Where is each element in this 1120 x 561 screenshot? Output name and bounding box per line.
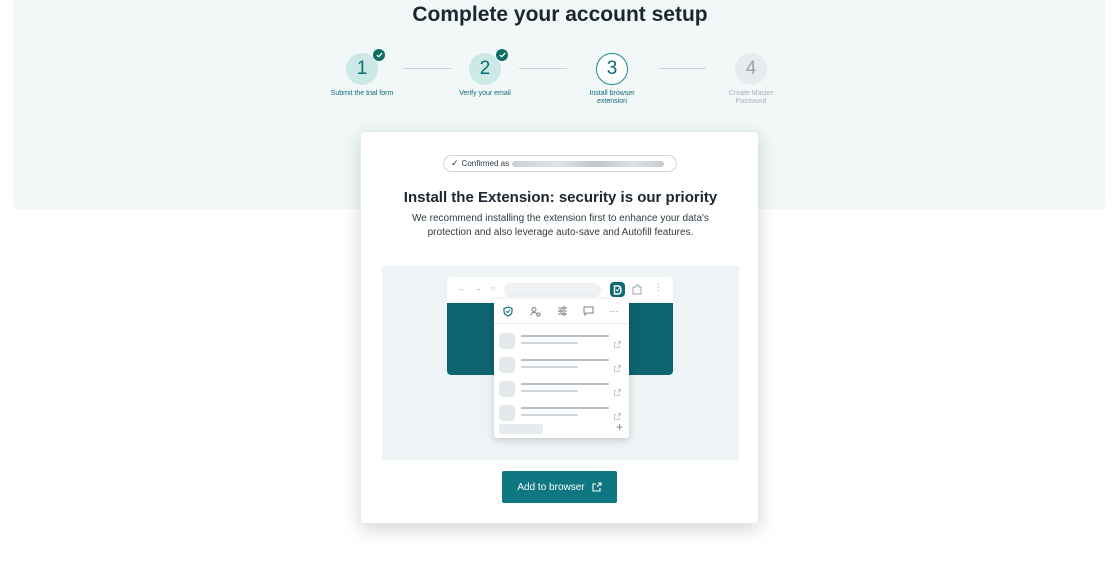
puzzle-icon [631,283,643,301]
plus-icon: + [615,420,623,434]
popup-list-item [499,355,625,375]
setup-stepper: 1 Submit the trial form 2 Verify your em… [0,48,1120,109]
shield-icon [502,305,514,317]
item-line [521,342,578,344]
external-link-icon [592,482,602,492]
popup-tabs: ··· [494,299,629,324]
popup-list-item [499,379,625,399]
step-1: 1 Submit the trial form [307,48,417,98]
external-link-icon [614,359,621,377]
step-2-circle: 2 [469,48,509,85]
check-icon [495,48,509,62]
item-line [521,383,609,385]
extension-popup: ··· + [494,299,629,438]
external-link-icon [614,335,621,353]
item-avatar [499,381,515,397]
item-avatar [499,357,515,373]
external-link-icon [614,383,621,401]
card-title: Install the Extension: security is our p… [403,189,718,206]
popup-footer-bar [499,424,543,434]
confirmed-email-badge: ✓ Confirmed as [443,155,677,172]
page-title: Complete your account setup [412,3,708,26]
browser-nav-icons: ← → ○ [458,284,499,293]
url-bar [504,283,601,297]
step-4-number: 4 [745,58,757,79]
item-line [521,407,609,409]
step-2-label: Verify your email [459,90,511,97]
redacted-email [512,160,665,167]
step-2-number: 2 [479,58,491,79]
add-to-browser-button[interactable]: Add to browser [502,471,617,503]
add-to-browser-label: Add to browser [517,481,585,493]
chat-icon [582,305,594,317]
check-icon [372,48,386,62]
step-1-label: Submit the trial form [330,90,394,97]
step-3: 3 Install browser extension [557,53,667,106]
extension-illustration: ← → ○ ⋮ ··· + [382,266,739,460]
confirmed-label: Confirmed as [461,159,510,168]
popup-list-item [499,403,625,423]
item-line [521,390,578,392]
install-extension-card: ✓ Confirmed as Install the Extension: se… [360,131,759,524]
step-1-number: 1 [356,58,368,79]
popup-list-item [499,331,625,351]
step-3-label: Install browser extension [589,90,635,105]
extension-icon [610,282,625,297]
item-avatar [499,405,515,421]
item-line [521,335,609,337]
step-4-label: Create Master Password [728,90,774,105]
item-line [521,359,609,361]
item-avatar [499,333,515,349]
sliders-icon [556,305,568,317]
item-line [521,414,578,416]
step-2: 2 Verify your email [430,48,540,98]
kebab-menu-icon: ⋮ [654,282,663,292]
step-4: 4 Create Master Password [696,53,806,106]
checkmark-icon: ✓ [451,158,459,168]
step-3-number: 3 [606,58,618,79]
users-icon [529,305,541,317]
more-icon: ··· [609,306,619,316]
step-1-circle: 1 [346,48,386,85]
step-4-circle: 4 [735,53,767,85]
card-description: We recommend installing the extension fi… [412,213,709,238]
item-line [521,366,578,368]
step-3-circle: 3 [596,53,628,85]
